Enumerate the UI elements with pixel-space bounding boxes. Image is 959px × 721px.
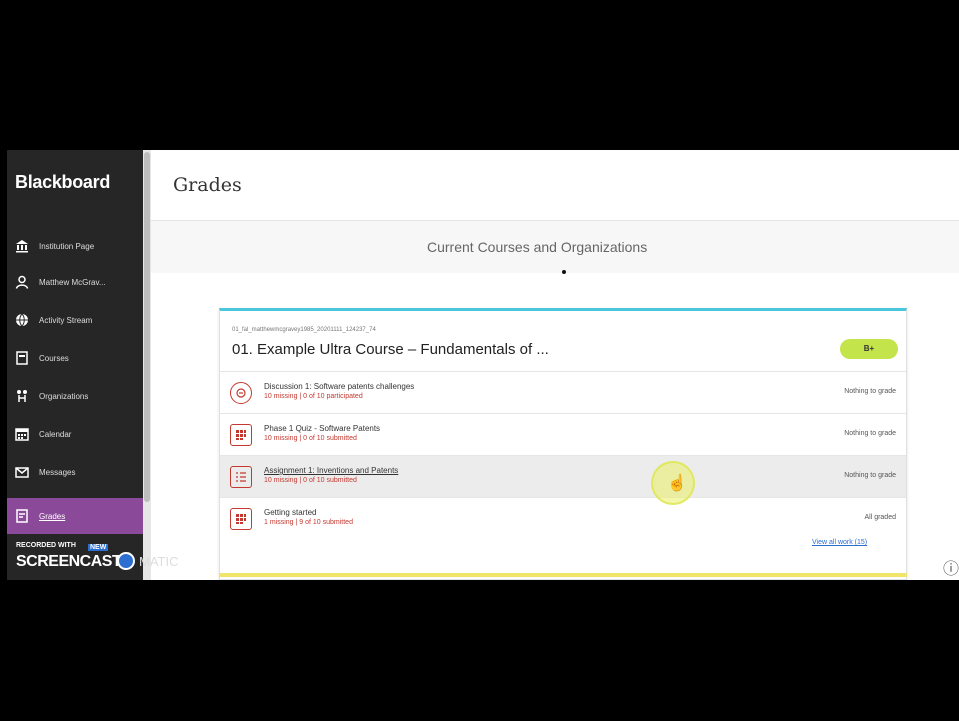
grade-item-status: All graded <box>864 514 896 521</box>
grade-item-title[interactable]: Discussion 1: Software patents challenge… <box>264 382 414 391</box>
test-icon <box>230 508 252 530</box>
watermark-new-badge: NEW <box>88 544 109 551</box>
organizations-icon <box>14 388 30 404</box>
sidebar-item-courses[interactable]: Courses <box>7 340 143 376</box>
person-icon <box>14 274 30 290</box>
grade-item-summary: 1 missing | 9 of 10 submitted <box>264 519 353 526</box>
grade-item-status: Nothing to grade <box>844 388 896 395</box>
watermark-recorded-with: RECORDED WITH <box>16 542 76 549</box>
grade-item-row[interactable]: Discussion 1: Software patents challenge… <box>220 371 906 413</box>
grade-item-status: Nothing to grade <box>844 472 896 479</box>
quiz-icon <box>230 424 252 446</box>
globe-icon <box>14 312 30 328</box>
course-name[interactable]: 01. Example Ultra Course – Fundamentals … <box>232 341 549 358</box>
grade-item-summary: 10 missing | 0 of 10 submitted <box>264 477 357 484</box>
overall-grade-badge[interactable]: B+ <box>840 339 898 359</box>
brand-logo: Blackboard <box>15 172 111 192</box>
sidebar-item-activity-stream[interactable]: Activity Stream <box>7 302 143 338</box>
assignment-icon <box>230 466 252 488</box>
video-frame: Blackboard Institution Page Matthew McGr… <box>0 0 959 721</box>
grade-item-summary: 10 missing | 0 of 10 participated <box>264 393 363 400</box>
sidebar-item-label: Messages <box>39 467 76 477</box>
grade-item-status: Nothing to grade <box>844 430 896 437</box>
next-card-edge <box>219 573 907 577</box>
section-title: Current Courses and Organizations <box>427 239 648 255</box>
sidebar-item-calendar[interactable]: Calendar <box>7 416 143 452</box>
sidebar-item-label: Institution Page <box>39 241 95 251</box>
view-all-work-link[interactable]: View all work (15) <box>812 539 867 546</box>
sidebar-item-label: Grades <box>39 511 66 521</box>
discussion-icon <box>230 382 252 404</box>
sidebar-item-institution-page[interactable]: Institution Page <box>7 228 143 264</box>
grade-item-title[interactable]: Getting started <box>264 508 316 517</box>
carousel-dot[interactable] <box>562 270 566 274</box>
sidebar-item-grades[interactable]: Grades <box>7 498 143 534</box>
grade-item-row[interactable]: Getting started 1 missing | 9 of 10 subm… <box>220 497 906 539</box>
sidebar-item-label: Courses <box>39 353 69 363</box>
sidebar-item-label: Calendar <box>39 429 72 439</box>
grades-icon <box>14 508 30 524</box>
calendar-icon <box>14 426 30 442</box>
watermark-suffix: MATIC <box>139 554 179 569</box>
page-title: Grades <box>173 174 242 196</box>
blackboard-app: Blackboard Institution Page Matthew McGr… <box>7 150 959 580</box>
watermark-logo-icon <box>117 552 135 570</box>
help-icon[interactable]: ⓘ <box>943 555 959 579</box>
sidebar-item-label: Matthew McGrav... <box>39 277 106 287</box>
grade-item-row[interactable]: Assignment 1: Inventions and Patents 10 … <box>220 455 906 497</box>
course-grade-card: 01_fal_matthewmcgravey1985_20201111_1242… <box>219 308 907 580</box>
watermark-brand: SCREENCAST <box>16 553 122 570</box>
grade-item-title[interactable]: Phase 1 Quiz - Software Patents <box>264 424 380 433</box>
grade-item-title[interactable]: Assignment 1: Inventions and Patents <box>264 466 398 475</box>
grade-item-summary: 10 missing | 0 of 10 submitted <box>264 435 357 442</box>
screencast-watermark: RECORDED WITH SCREENCAST NEW MATIC <box>12 538 182 578</box>
sidebar: Blackboard Institution Page Matthew McGr… <box>7 150 143 580</box>
course-id: 01_fal_matthewmcgravey1985_20201111_1242… <box>232 327 376 333</box>
sidebar-scrollbar[interactable] <box>143 150 151 580</box>
grade-item-row[interactable]: Phase 1 Quiz - Software Patents 10 missi… <box>220 413 906 455</box>
sidebar-item-label: Organizations <box>39 391 89 401</box>
institution-icon <box>14 238 30 254</box>
sidebar-item-organizations[interactable]: Organizations <box>7 378 143 414</box>
sidebar-item-label: Activity Stream <box>39 315 93 325</box>
sidebar-item-profile[interactable]: Matthew McGrav... <box>7 264 143 300</box>
courses-icon <box>14 350 30 366</box>
sidebar-item-messages[interactable]: Messages <box>7 454 143 490</box>
hand-cursor-icon: ☝ <box>667 475 687 492</box>
messages-icon <box>14 464 30 480</box>
scrollbar-thumb[interactable] <box>144 152 150 502</box>
